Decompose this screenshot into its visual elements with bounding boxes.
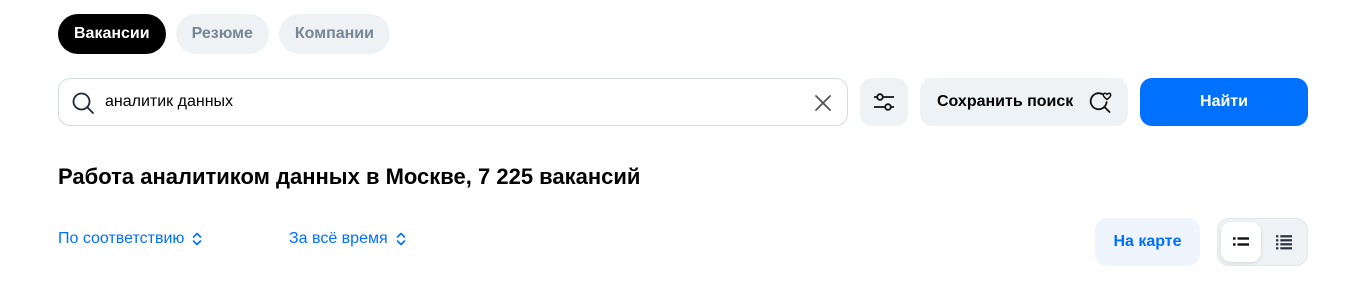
detailed-list-view-button[interactable] xyxy=(1264,222,1304,262)
map-view-button[interactable]: На карте xyxy=(1095,218,1200,266)
time-period-dropdown[interactable]: За всё время xyxy=(289,230,409,248)
search-box xyxy=(58,78,848,126)
filters-button[interactable] xyxy=(860,78,908,126)
results-heading: Работа аналитиком данных в Москве, 7 225… xyxy=(58,164,641,189)
chevron-up-down-icon xyxy=(193,232,202,246)
compact-list-icon xyxy=(1233,237,1249,246)
sort-order-dropdown[interactable]: По соответствию xyxy=(58,230,205,248)
view-mode-switch xyxy=(1217,218,1308,266)
find-button[interactable]: Найти xyxy=(1140,78,1308,126)
sort-order-label: По соответствию xyxy=(58,230,185,247)
search-icon xyxy=(72,92,94,114)
search-type-tabs: Вакансии Резюме Компании xyxy=(58,14,390,54)
save-search-label: Сохранить поиск xyxy=(937,93,1074,110)
tab-companies[interactable]: Компании xyxy=(278,14,390,54)
time-period-label: За всё время xyxy=(289,230,388,247)
search-input[interactable] xyxy=(105,79,805,125)
sliders-icon xyxy=(874,93,894,111)
tab-resumes[interactable]: Резюме xyxy=(175,14,269,54)
search-heart-icon xyxy=(1089,92,1112,113)
close-icon[interactable] xyxy=(811,91,835,115)
tab-vacancies[interactable]: Вакансии xyxy=(58,14,166,54)
detailed-list-icon xyxy=(1276,235,1292,250)
chevron-up-down-icon xyxy=(396,232,405,246)
save-search-button[interactable]: Сохранить поиск xyxy=(920,78,1128,126)
compact-list-view-button[interactable] xyxy=(1221,222,1261,262)
